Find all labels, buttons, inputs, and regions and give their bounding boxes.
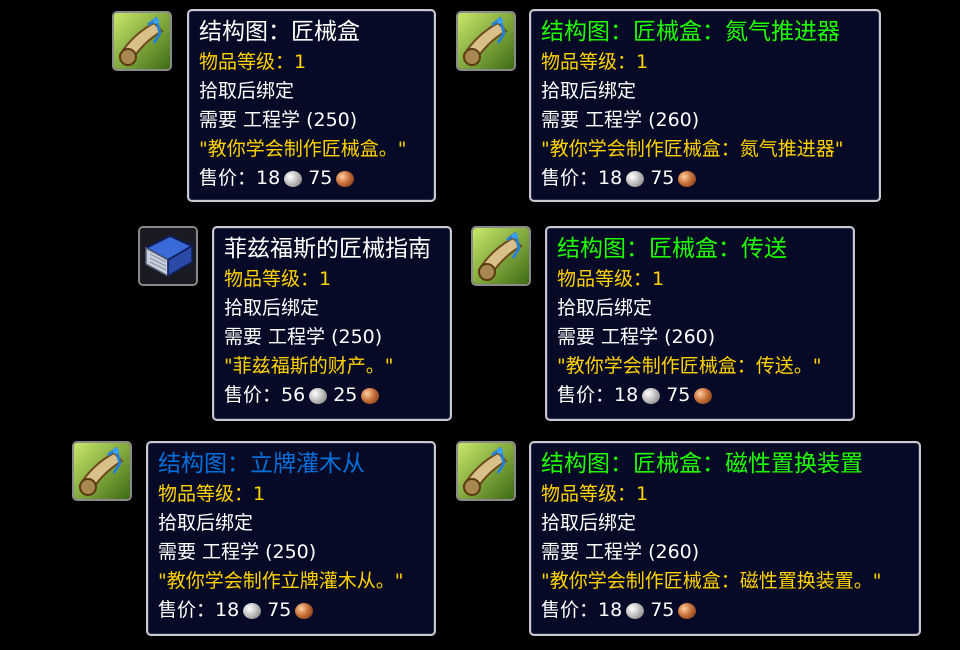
copper-amount: 75 <box>650 599 675 621</box>
silver-coin-icon <box>309 387 328 404</box>
copper-amount: 25 <box>333 384 358 406</box>
requirement-text: 需要 工程学 (250) <box>224 326 383 348</box>
binding-text: 拾取后绑定 <box>541 512 637 534</box>
silver-amount: 18 <box>598 599 623 621</box>
binding-text: 拾取后绑定 <box>199 80 295 102</box>
sell-price: 售价： 18 75 <box>541 596 909 625</box>
copper-amount: 75 <box>666 384 691 406</box>
item-tooltip: 结构图：匠械盒：传送 物品等级：1 拾取后绑定 需要 工程学 (260) "教你… <box>545 226 855 421</box>
silver-coin-icon <box>642 387 661 404</box>
silver-amount: 56 <box>281 384 306 406</box>
item-tooltip: 结构图：匠械盒：氮气推进器 物品等级：1 拾取后绑定 需要 工程学 (260) … <box>529 9 881 202</box>
item-title: 结构图：匠械盒：传送 <box>557 236 787 262</box>
copper-coin-icon <box>694 387 713 404</box>
item-level: 物品等级：1 <box>224 268 332 290</box>
copper-coin-icon <box>295 602 314 619</box>
copper-coin-icon <box>678 170 697 187</box>
silver-coin-icon <box>243 602 262 619</box>
sell-price: 售价： 56 25 <box>224 381 440 410</box>
requirement-text: 需要 工程学 (260) <box>557 326 716 348</box>
sell-price: 售价： 18 75 <box>199 164 424 193</box>
item-level: 物品等级：1 <box>158 483 266 505</box>
item-level: 物品等级：1 <box>199 51 307 73</box>
silver-coin-icon <box>626 170 645 187</box>
flavor-text: "教你学会制作立牌灌木从。" <box>158 570 404 592</box>
item-level: 物品等级：1 <box>557 268 665 290</box>
binding-text: 拾取后绑定 <box>158 512 254 534</box>
silver-amount: 18 <box>598 167 623 189</box>
item-tooltip: 菲兹福斯的匠械指南 物品等级：1 拾取后绑定 需要 工程学 (250) "菲兹福… <box>212 226 452 421</box>
item-title: 结构图：立牌灌木从 <box>158 451 365 477</box>
item-title: 结构图：匠械盒：磁性置换装置 <box>541 451 863 477</box>
flavor-text: "教你学会制作匠械盒：氮气推进器" <box>541 138 844 160</box>
silver-amount: 18 <box>614 384 639 406</box>
requirement-text: 需要 工程学 (260) <box>541 109 700 131</box>
silver-coin-icon <box>284 170 303 187</box>
item-level: 物品等级：1 <box>541 483 649 505</box>
copper-amount: 75 <box>650 167 675 189</box>
flavor-text: "教你学会制作匠械盒：磁性置换装置。" <box>541 570 882 592</box>
item-level: 物品等级：1 <box>541 51 649 73</box>
sell-price: 售价： 18 75 <box>557 381 843 410</box>
price-label: 售价： <box>224 384 282 406</box>
copper-coin-icon <box>678 602 697 619</box>
requirement-text: 需要 工程学 (250) <box>199 109 358 131</box>
price-label: 售价： <box>199 167 257 189</box>
silver-amount: 18 <box>215 599 240 621</box>
silver-coin-icon <box>626 602 645 619</box>
price-label: 售价： <box>557 384 615 406</box>
copper-coin-icon <box>361 387 380 404</box>
item-title: 结构图：匠械盒：氮气推进器 <box>541 19 840 45</box>
flavor-text: "菲兹福斯的财产。" <box>224 355 394 377</box>
price-label: 售价： <box>541 167 599 189</box>
schematic-scroll-icon[interactable] <box>72 441 132 501</box>
binding-text: 拾取后绑定 <box>541 80 637 102</box>
requirement-text: 需要 工程学 (260) <box>541 541 700 563</box>
item-title: 菲兹福斯的匠械指南 <box>224 236 431 262</box>
item-title: 结构图：匠械盒 <box>199 19 360 45</box>
price-label: 售价： <box>541 599 599 621</box>
item-tooltip: 结构图：匠械盒 物品等级：1 拾取后绑定 需要 工程学 (250) "教你学会制… <box>187 9 436 202</box>
schematic-scroll-icon[interactable] <box>112 11 172 71</box>
binding-text: 拾取后绑定 <box>557 297 653 319</box>
book-icon[interactable] <box>138 226 198 286</box>
item-tooltip: 结构图：立牌灌木从 物品等级：1 拾取后绑定 需要 工程学 (250) "教你学… <box>146 441 436 636</box>
sell-price: 售价： 18 75 <box>158 596 424 625</box>
requirement-text: 需要 工程学 (250) <box>158 541 317 563</box>
sell-price: 售价： 18 75 <box>541 164 869 193</box>
schematic-scroll-icon[interactable] <box>471 226 531 286</box>
silver-amount: 18 <box>256 167 281 189</box>
copper-amount: 75 <box>267 599 292 621</box>
binding-text: 拾取后绑定 <box>224 297 320 319</box>
price-label: 售价： <box>158 599 216 621</box>
flavor-text: "教你学会制作匠械盒。" <box>199 138 407 160</box>
flavor-text: "教你学会制作匠械盒：传送。" <box>557 355 822 377</box>
copper-amount: 75 <box>308 167 333 189</box>
item-tooltip: 结构图：匠械盒：磁性置换装置 物品等级：1 拾取后绑定 需要 工程学 (260)… <box>529 441 921 636</box>
schematic-scroll-icon[interactable] <box>456 441 516 501</box>
schematic-scroll-icon[interactable] <box>456 11 516 71</box>
copper-coin-icon <box>336 170 355 187</box>
